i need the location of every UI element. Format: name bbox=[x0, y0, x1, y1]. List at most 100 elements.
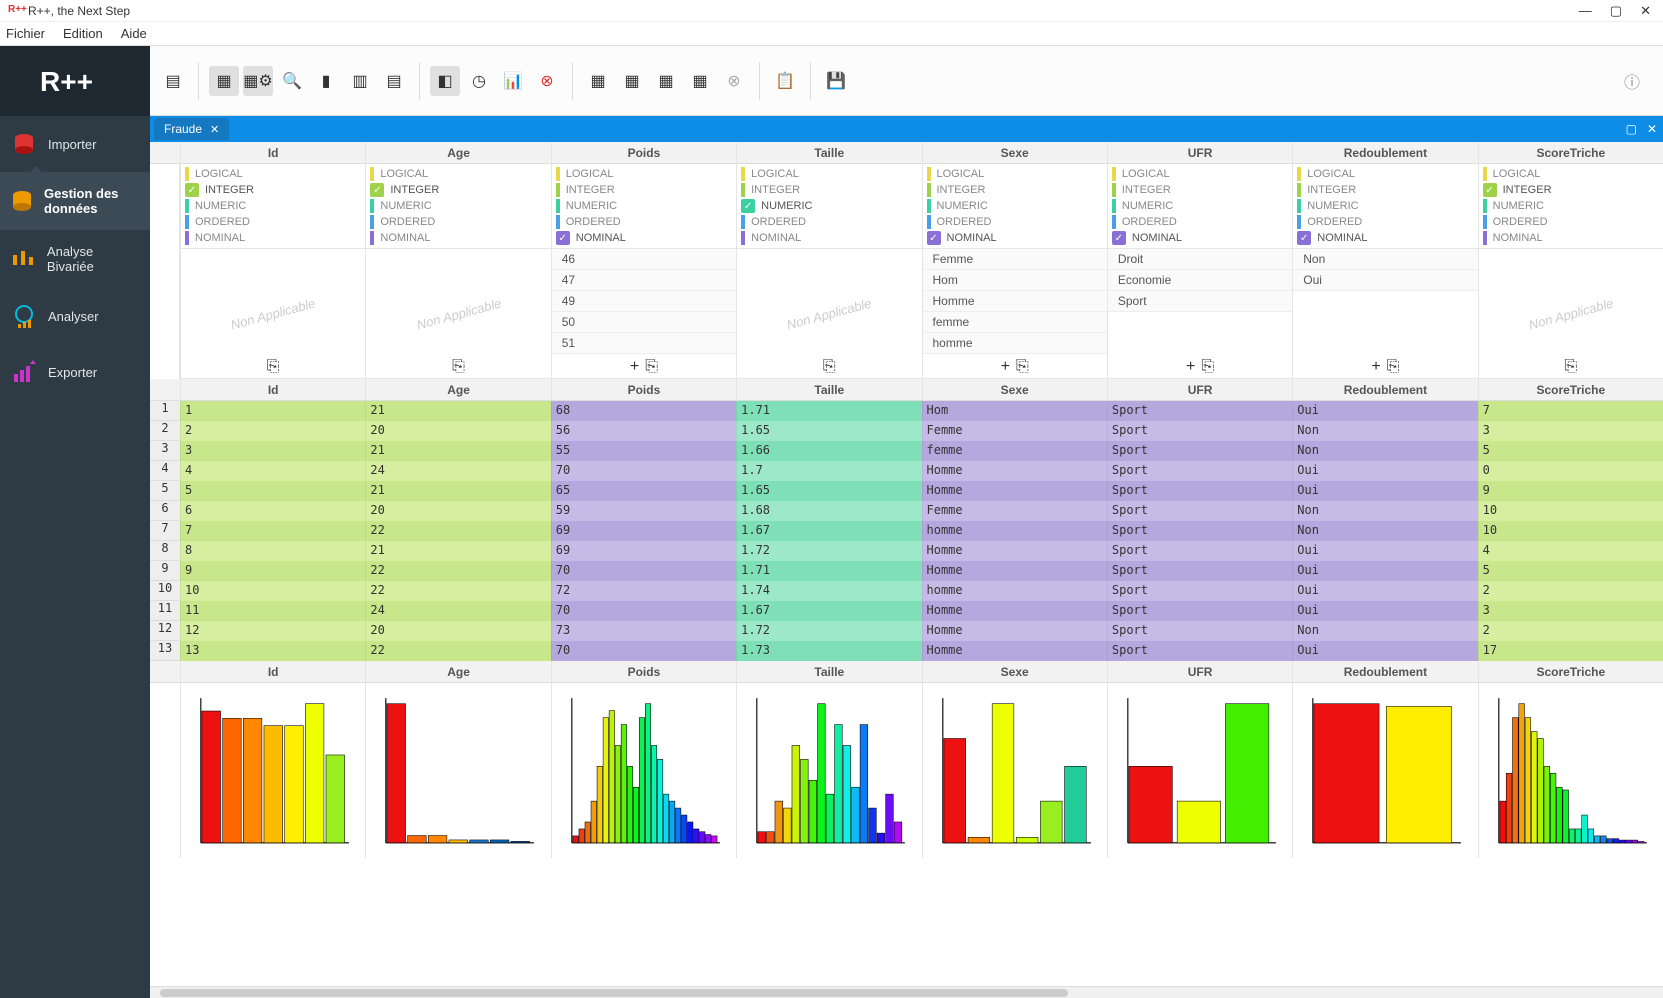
table-cell[interactable]: 69 bbox=[551, 521, 736, 541]
table-cell[interactable]: 21 bbox=[365, 441, 550, 461]
toolbar-grid4-icon[interactable]: ▦ bbox=[651, 66, 681, 96]
table-cell[interactable]: Homme bbox=[922, 481, 1107, 501]
table-cell[interactable]: 72 bbox=[551, 581, 736, 601]
table-cell[interactable]: 3 bbox=[1478, 601, 1663, 621]
type-option[interactable]: ORDERED bbox=[181, 214, 365, 230]
copy-icon[interactable]: ⎘ bbox=[1564, 358, 1577, 376]
toolbar-grid-settings-icon[interactable]: ▦⚙ bbox=[243, 66, 273, 96]
toolbar-table2-icon[interactable]: ▤ bbox=[379, 66, 409, 96]
toolbar-delete-icon[interactable]: ⊗ bbox=[532, 66, 562, 96]
table-row[interactable]: 1121681.71HomSportOui7 bbox=[150, 401, 1663, 421]
sidebar-item-analyser[interactable]: Analyser bbox=[0, 288, 150, 344]
column-header[interactable]: Sexe bbox=[922, 142, 1107, 164]
close-button[interactable]: ✕ bbox=[1640, 3, 1651, 19]
table-cell[interactable]: 5 bbox=[1478, 561, 1663, 581]
table-row[interactable]: 121220731.72HommeSportNon2 bbox=[150, 621, 1663, 641]
type-option[interactable]: NUMERIC bbox=[1293, 198, 1477, 214]
type-option[interactable]: ✓NOMINAL bbox=[552, 230, 736, 246]
level-item[interactable]: femme bbox=[923, 312, 1107, 333]
level-item[interactable]: 47 bbox=[552, 270, 736, 291]
tab-close-icon[interactable]: ✕ bbox=[210, 123, 219, 136]
column-header[interactable]: Age bbox=[365, 661, 550, 683]
level-item[interactable]: Sport bbox=[1108, 291, 1292, 312]
table-row[interactable]: 4424701.7HommeSportOui0 bbox=[150, 461, 1663, 481]
table-cell[interactable]: 22 bbox=[365, 521, 550, 541]
table-cell[interactable]: 4 bbox=[180, 461, 365, 481]
type-option[interactable]: ORDERED bbox=[1293, 214, 1477, 230]
add-level-icon[interactable]: + bbox=[630, 358, 639, 376]
maximize-button[interactable]: ▢ bbox=[1610, 3, 1622, 19]
table-cell[interactable]: homme bbox=[922, 521, 1107, 541]
table-cell[interactable]: 69 bbox=[551, 541, 736, 561]
table-cell[interactable]: 20 bbox=[365, 501, 550, 521]
column-header[interactable]: UFR bbox=[1107, 379, 1292, 401]
table-cell[interactable]: 2 bbox=[180, 421, 365, 441]
table-cell[interactable]: Homme bbox=[922, 461, 1107, 481]
table-cell[interactable]: 13 bbox=[180, 641, 365, 661]
copy-icon[interactable]: ⎘ bbox=[452, 358, 465, 376]
toolbar-close-grey-icon[interactable]: ⊗ bbox=[719, 66, 749, 96]
column-header[interactable]: Id bbox=[180, 379, 365, 401]
table-cell[interactable]: 12 bbox=[180, 621, 365, 641]
level-item[interactable]: Homme bbox=[923, 291, 1107, 312]
table-cell[interactable]: Non bbox=[1292, 421, 1477, 441]
table-cell[interactable]: Oui bbox=[1292, 461, 1477, 481]
table-cell[interactable]: Sport bbox=[1107, 441, 1292, 461]
table-cell[interactable]: 24 bbox=[365, 461, 550, 481]
table-cell[interactable]: 1.7 bbox=[736, 461, 921, 481]
table-row[interactable]: 5521651.65HommeSportOui9 bbox=[150, 481, 1663, 501]
column-header[interactable]: Sexe bbox=[922, 661, 1107, 683]
table-row[interactable]: 2220561.65FemmeSportNon3 bbox=[150, 421, 1663, 441]
type-option[interactable]: ✓NOMINAL bbox=[1293, 230, 1477, 246]
type-option[interactable]: ORDERED bbox=[1479, 214, 1663, 230]
toolbar-help-icon[interactable]: ⓘ bbox=[1617, 66, 1647, 96]
table-cell[interactable]: Sport bbox=[1107, 461, 1292, 481]
table-cell[interactable]: Femme bbox=[922, 421, 1107, 441]
type-option[interactable]: LOGICAL bbox=[366, 166, 550, 182]
type-option[interactable]: LOGICAL bbox=[552, 166, 736, 182]
level-item[interactable]: Femme bbox=[923, 249, 1107, 270]
type-option[interactable]: NOMINAL bbox=[737, 230, 921, 246]
toolbar-column-icon[interactable]: ▮ bbox=[311, 66, 341, 96]
table-cell[interactable]: 11 bbox=[180, 601, 365, 621]
table-cell[interactable]: Sport bbox=[1107, 581, 1292, 601]
type-option[interactable]: NUMERIC bbox=[552, 198, 736, 214]
type-option[interactable]: NUMERIC bbox=[1479, 198, 1663, 214]
table-cell[interactable]: Sport bbox=[1107, 621, 1292, 641]
table-cell[interactable]: Homme bbox=[922, 561, 1107, 581]
sidebar-item-importer[interactable]: Importer bbox=[0, 116, 150, 172]
table-cell[interactable]: Oui bbox=[1292, 581, 1477, 601]
toolbar-calendar-icon[interactable]: ▦ bbox=[583, 66, 613, 96]
horizontal-scrollbar[interactable] bbox=[150, 986, 1663, 998]
table-cell[interactable]: 20 bbox=[365, 421, 550, 441]
table-cell[interactable]: femme bbox=[922, 441, 1107, 461]
table-row[interactable]: 101022721.74hommeSportOui2 bbox=[150, 581, 1663, 601]
table-cell[interactable]: 10 bbox=[180, 581, 365, 601]
minimize-button[interactable]: — bbox=[1579, 3, 1592, 18]
column-header[interactable]: UFR bbox=[1107, 661, 1292, 683]
table-cell[interactable]: 21 bbox=[365, 401, 550, 421]
table-cell[interactable]: 3 bbox=[180, 441, 365, 461]
type-option[interactable]: ✓NOMINAL bbox=[923, 230, 1107, 246]
table-cell[interactable]: Oui bbox=[1292, 641, 1477, 661]
table-row[interactable]: 8821691.72HommeSportOui4 bbox=[150, 541, 1663, 561]
toolbar-table-icon[interactable]: ▥ bbox=[345, 66, 375, 96]
table-cell[interactable]: 55 bbox=[551, 441, 736, 461]
menu-fichier[interactable]: Fichier bbox=[6, 26, 45, 41]
add-level-icon[interactable]: + bbox=[1186, 358, 1195, 376]
type-option[interactable]: ORDERED bbox=[737, 214, 921, 230]
table-cell[interactable]: Femme bbox=[922, 501, 1107, 521]
copy-icon[interactable]: ⎘ bbox=[823, 358, 836, 376]
table-cell[interactable]: Homme bbox=[922, 621, 1107, 641]
table-cell[interactable]: 2 bbox=[1478, 621, 1663, 641]
column-header[interactable]: Taille bbox=[736, 379, 921, 401]
type-option[interactable]: LOGICAL bbox=[181, 166, 365, 182]
table-cell[interactable]: Sport bbox=[1107, 401, 1292, 421]
table-cell[interactable]: 7 bbox=[1478, 401, 1663, 421]
table-cell[interactable]: Homme bbox=[922, 541, 1107, 561]
table-cell[interactable]: Non bbox=[1292, 621, 1477, 641]
type-option[interactable]: INTEGER bbox=[923, 182, 1107, 198]
table-cell[interactable]: 8 bbox=[180, 541, 365, 561]
type-option[interactable]: INTEGER bbox=[737, 182, 921, 198]
table-cell[interactable]: 1.68 bbox=[736, 501, 921, 521]
